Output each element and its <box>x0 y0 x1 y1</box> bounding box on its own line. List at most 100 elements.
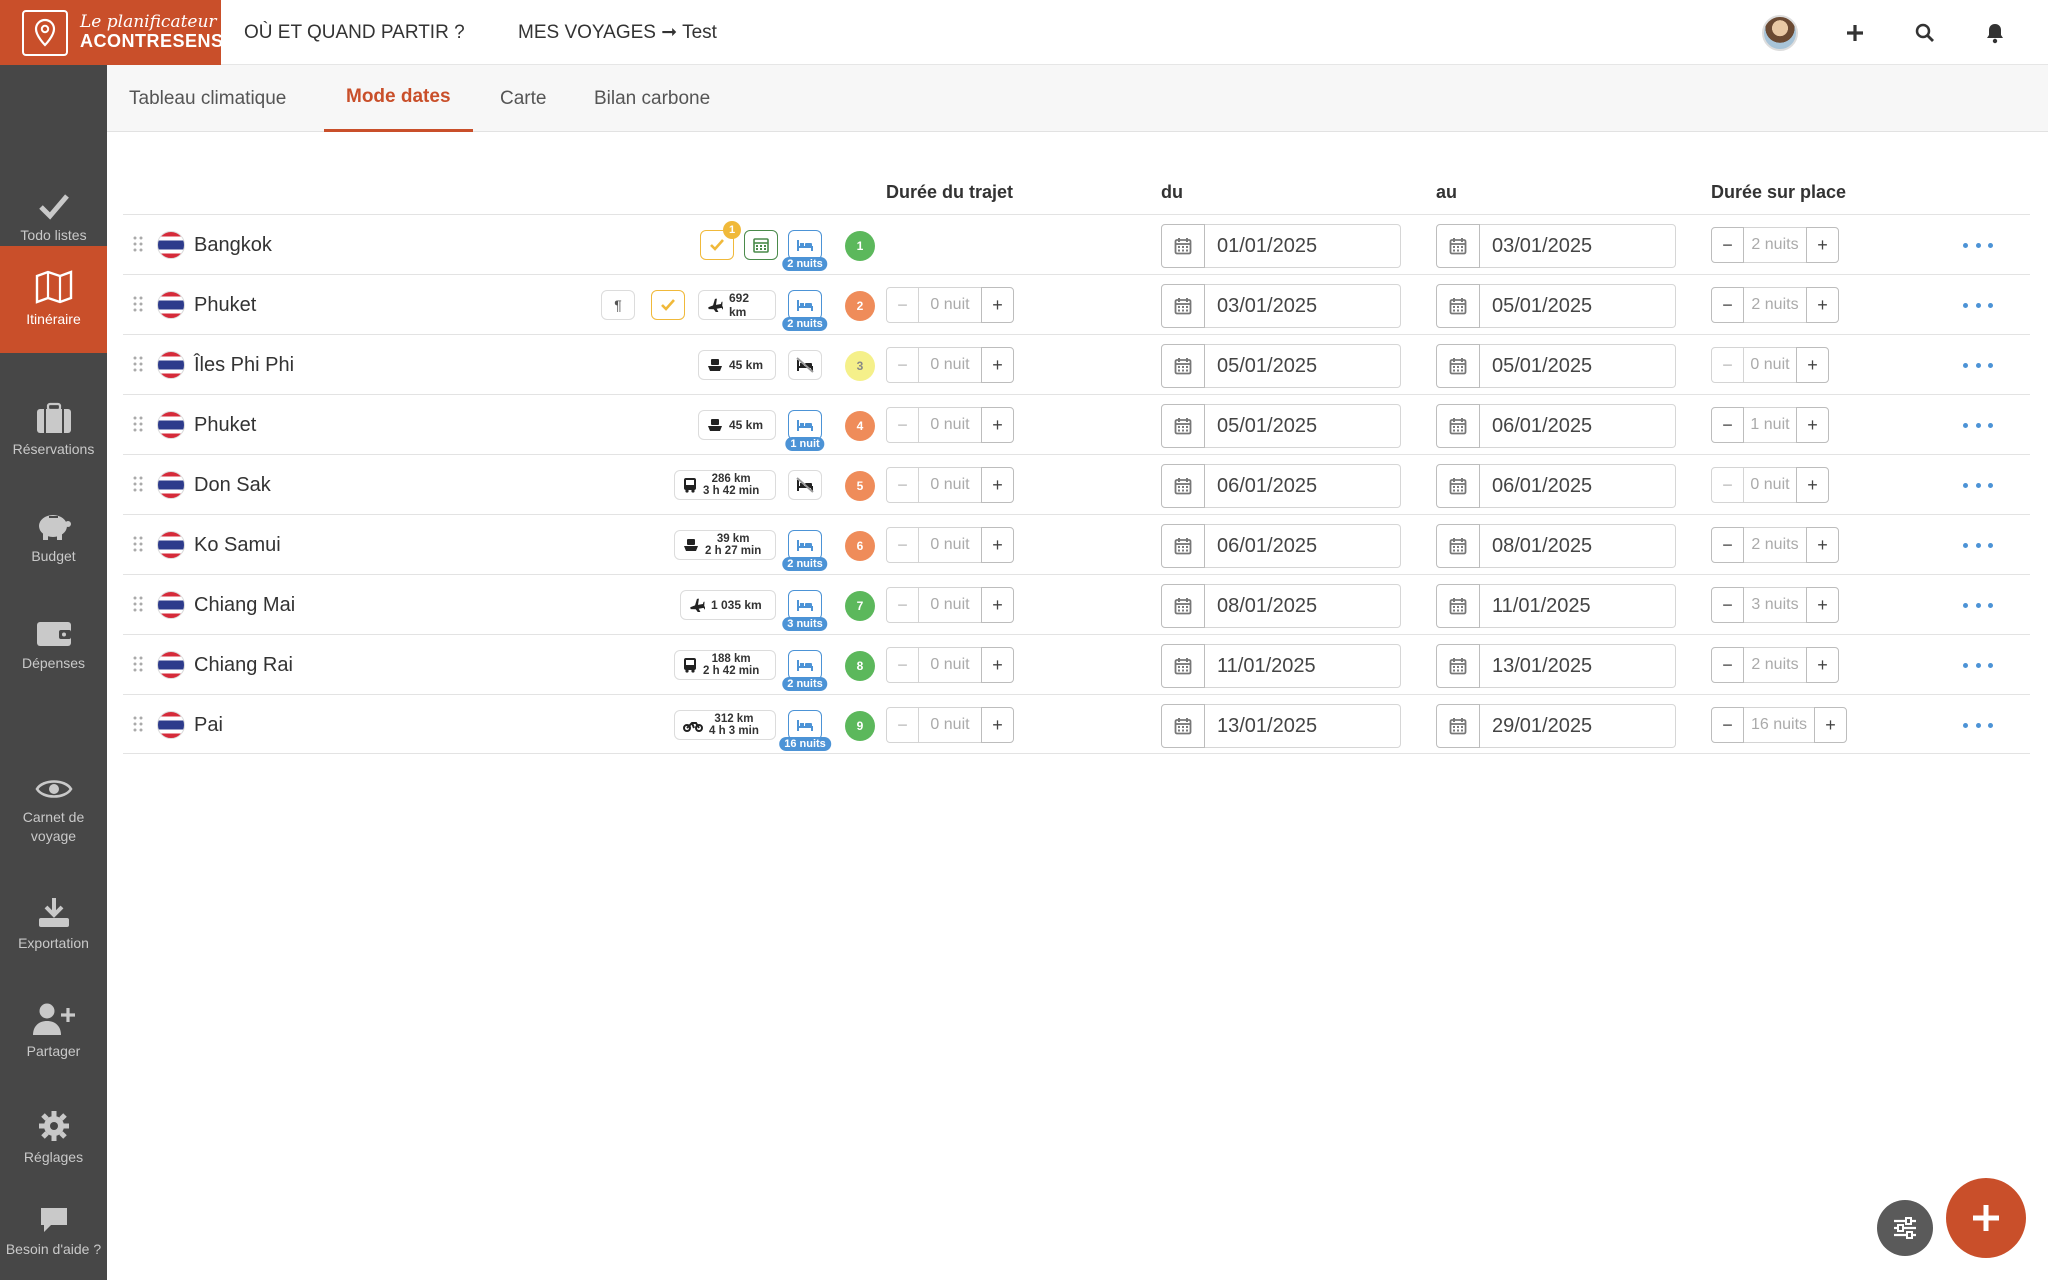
city-name[interactable]: Don Sak <box>194 455 271 515</box>
end-date-value[interactable]: 13/01/2025 <box>1480 644 1676 688</box>
stay-duration-value[interactable]: 2 nuits <box>1744 227 1806 263</box>
start-date-value[interactable]: 13/01/2025 <box>1205 704 1401 748</box>
decrease-travel-button[interactable]: − <box>886 347 919 383</box>
calendar-icon[interactable] <box>1436 404 1480 448</box>
more-options-button[interactable] <box>1963 413 1993 437</box>
calendar-icon[interactable] <box>1161 404 1205 448</box>
increase-stay-button[interactable]: + <box>1814 707 1847 743</box>
more-options-button[interactable] <box>1963 653 1993 677</box>
drag-handle-icon[interactable] <box>133 535 143 553</box>
end-date-value[interactable]: 06/01/2025 <box>1480 404 1676 448</box>
drag-handle-icon[interactable] <box>133 355 143 373</box>
accommodation-button[interactable]: 3 nuits <box>782 590 828 631</box>
calendar-icon[interactable] <box>1436 464 1480 508</box>
calendar-icon[interactable] <box>1436 524 1480 568</box>
travel-duration-value[interactable]: 0 nuit <box>919 347 981 383</box>
drag-handle-icon[interactable] <box>133 475 143 493</box>
stay-duration-value[interactable]: 0 nuit <box>1744 347 1796 383</box>
transport-boat-chip[interactable]: 45 km <box>698 350 776 380</box>
calendar-icon[interactable] <box>1161 464 1205 508</box>
travel-duration-value[interactable]: 0 nuit <box>919 467 981 503</box>
increase-travel-button[interactable]: + <box>981 707 1014 743</box>
start-date-value[interactable]: 05/01/2025 <box>1205 344 1401 388</box>
transport-bus-chip[interactable]: 188 km 2 h 42 min <box>674 650 776 680</box>
city-name[interactable]: Chiang Rai <box>194 635 293 695</box>
transport-plane-chip[interactable]: 692 km <box>698 290 776 320</box>
city-name[interactable]: Chiang Mai <box>194 575 295 635</box>
accommodation-button[interactable]: 1 nuit <box>785 410 825 451</box>
no-accommodation-icon[interactable] <box>788 470 822 500</box>
no-accommodation-icon[interactable] <box>788 350 822 380</box>
drag-handle-icon[interactable] <box>133 715 143 733</box>
end-date-value[interactable]: 08/01/2025 <box>1480 524 1676 568</box>
stay-duration-value[interactable]: 2 nuits <box>1744 647 1806 683</box>
calendar-icon[interactable] <box>1436 644 1480 688</box>
accommodation-button[interactable]: 2 nuits <box>782 290 828 331</box>
stay-duration-value[interactable]: 0 nuit <box>1744 467 1796 503</box>
drag-handle-icon[interactable] <box>133 655 143 673</box>
sidebar-item-settings[interactable]: Réglages <box>0 1085 107 1192</box>
end-date-value[interactable]: 11/01/2025 <box>1480 584 1676 628</box>
start-date-value[interactable]: 08/01/2025 <box>1205 584 1401 628</box>
app-logo[interactable]: Le planificateur ACONTRESENS <box>0 0 223 65</box>
transport-boat-chip[interactable]: 39 km 2 h 27 min <box>674 530 776 560</box>
drag-handle-icon[interactable] <box>133 235 143 253</box>
calendar-icon[interactable] <box>1161 344 1205 388</box>
increase-travel-button[interactable]: + <box>981 287 1014 323</box>
more-options-button[interactable] <box>1963 533 1993 557</box>
city-name[interactable]: Ko Samui <box>194 515 281 575</box>
increase-stay-button[interactable]: + <box>1806 227 1839 263</box>
where-when-link[interactable]: OÙ ET QUAND PARTIR ? <box>244 0 465 65</box>
increase-stay-button[interactable]: + <box>1806 287 1839 323</box>
city-name[interactable]: Bangkok <box>194 215 272 275</box>
decrease-stay-button[interactable]: − <box>1711 527 1744 563</box>
city-name[interactable]: Phuket <box>194 395 256 455</box>
tab-climate-table[interactable]: Tableau climatique <box>129 65 286 132</box>
transport-plane-chip[interactable]: 1 035 km <box>680 590 776 620</box>
start-date-value[interactable]: 03/01/2025 <box>1205 284 1401 328</box>
increase-travel-button[interactable]: + <box>981 647 1014 683</box>
calendar-icon[interactable] <box>744 230 778 260</box>
travel-duration-value[interactable]: 0 nuit <box>919 647 981 683</box>
increase-stay-button[interactable]: + <box>1796 407 1829 443</box>
calendar-icon[interactable] <box>1436 224 1480 268</box>
calendar-icon[interactable] <box>1161 644 1205 688</box>
decrease-travel-button[interactable]: − <box>886 467 919 503</box>
stay-duration-value[interactable]: 2 nuits <box>1744 287 1806 323</box>
travel-duration-value[interactable]: 0 nuit <box>919 407 981 443</box>
decrease-travel-button[interactable]: − <box>886 587 919 623</box>
calendar-icon[interactable] <box>1436 704 1480 748</box>
stay-duration-value[interactable]: 16 nuits <box>1744 707 1814 743</box>
sidebar-item-help[interactable]: Besoin d'aide ? <box>0 1185 107 1280</box>
decrease-travel-button[interactable]: − <box>886 647 919 683</box>
accommodation-button[interactable]: 2 nuits <box>782 650 828 691</box>
city-name[interactable]: Pai <box>194 695 223 755</box>
increase-travel-button[interactable]: + <box>981 347 1014 383</box>
more-options-button[interactable] <box>1963 593 1993 617</box>
city-name[interactable]: Phuket <box>194 275 256 335</box>
more-options-button[interactable] <box>1963 473 1993 497</box>
start-date-value[interactable]: 01/01/2025 <box>1205 224 1401 268</box>
tab-date-mode[interactable]: Mode dates <box>324 65 473 132</box>
more-options-button[interactable] <box>1963 293 1993 317</box>
note-paragraph-icon[interactable]: ¶ <box>601 290 635 320</box>
increase-travel-button[interactable]: + <box>981 467 1014 503</box>
accommodation-button[interactable]: 2 nuits <box>782 530 828 571</box>
transport-bus-chip[interactable]: 286 km 3 h 42 min <box>674 470 776 500</box>
end-date-value[interactable]: 03/01/2025 <box>1480 224 1676 268</box>
stay-duration-value[interactable]: 3 nuits <box>1744 587 1806 623</box>
sidebar-item-reservations[interactable]: Réservations <box>0 377 107 484</box>
todo-check-button[interactable] <box>651 290 685 320</box>
travel-duration-value[interactable]: 0 nuit <box>919 587 981 623</box>
accommodation-button[interactable]: 2 nuits <box>782 230 828 271</box>
more-options-button[interactable] <box>1963 233 1993 257</box>
sidebar-item-budget[interactable]: Budget <box>0 484 107 591</box>
decrease-travel-button[interactable]: − <box>886 407 919 443</box>
increase-stay-button[interactable]: + <box>1806 587 1839 623</box>
end-date-value[interactable]: 05/01/2025 <box>1480 284 1676 328</box>
tab-map[interactable]: Carte <box>500 65 546 132</box>
calendar-icon[interactable] <box>1436 284 1480 328</box>
more-options-button[interactable] <box>1963 713 1993 737</box>
accommodation-button[interactable]: 16 nuits <box>779 710 831 751</box>
city-name[interactable]: Îles Phi Phi <box>194 335 294 395</box>
